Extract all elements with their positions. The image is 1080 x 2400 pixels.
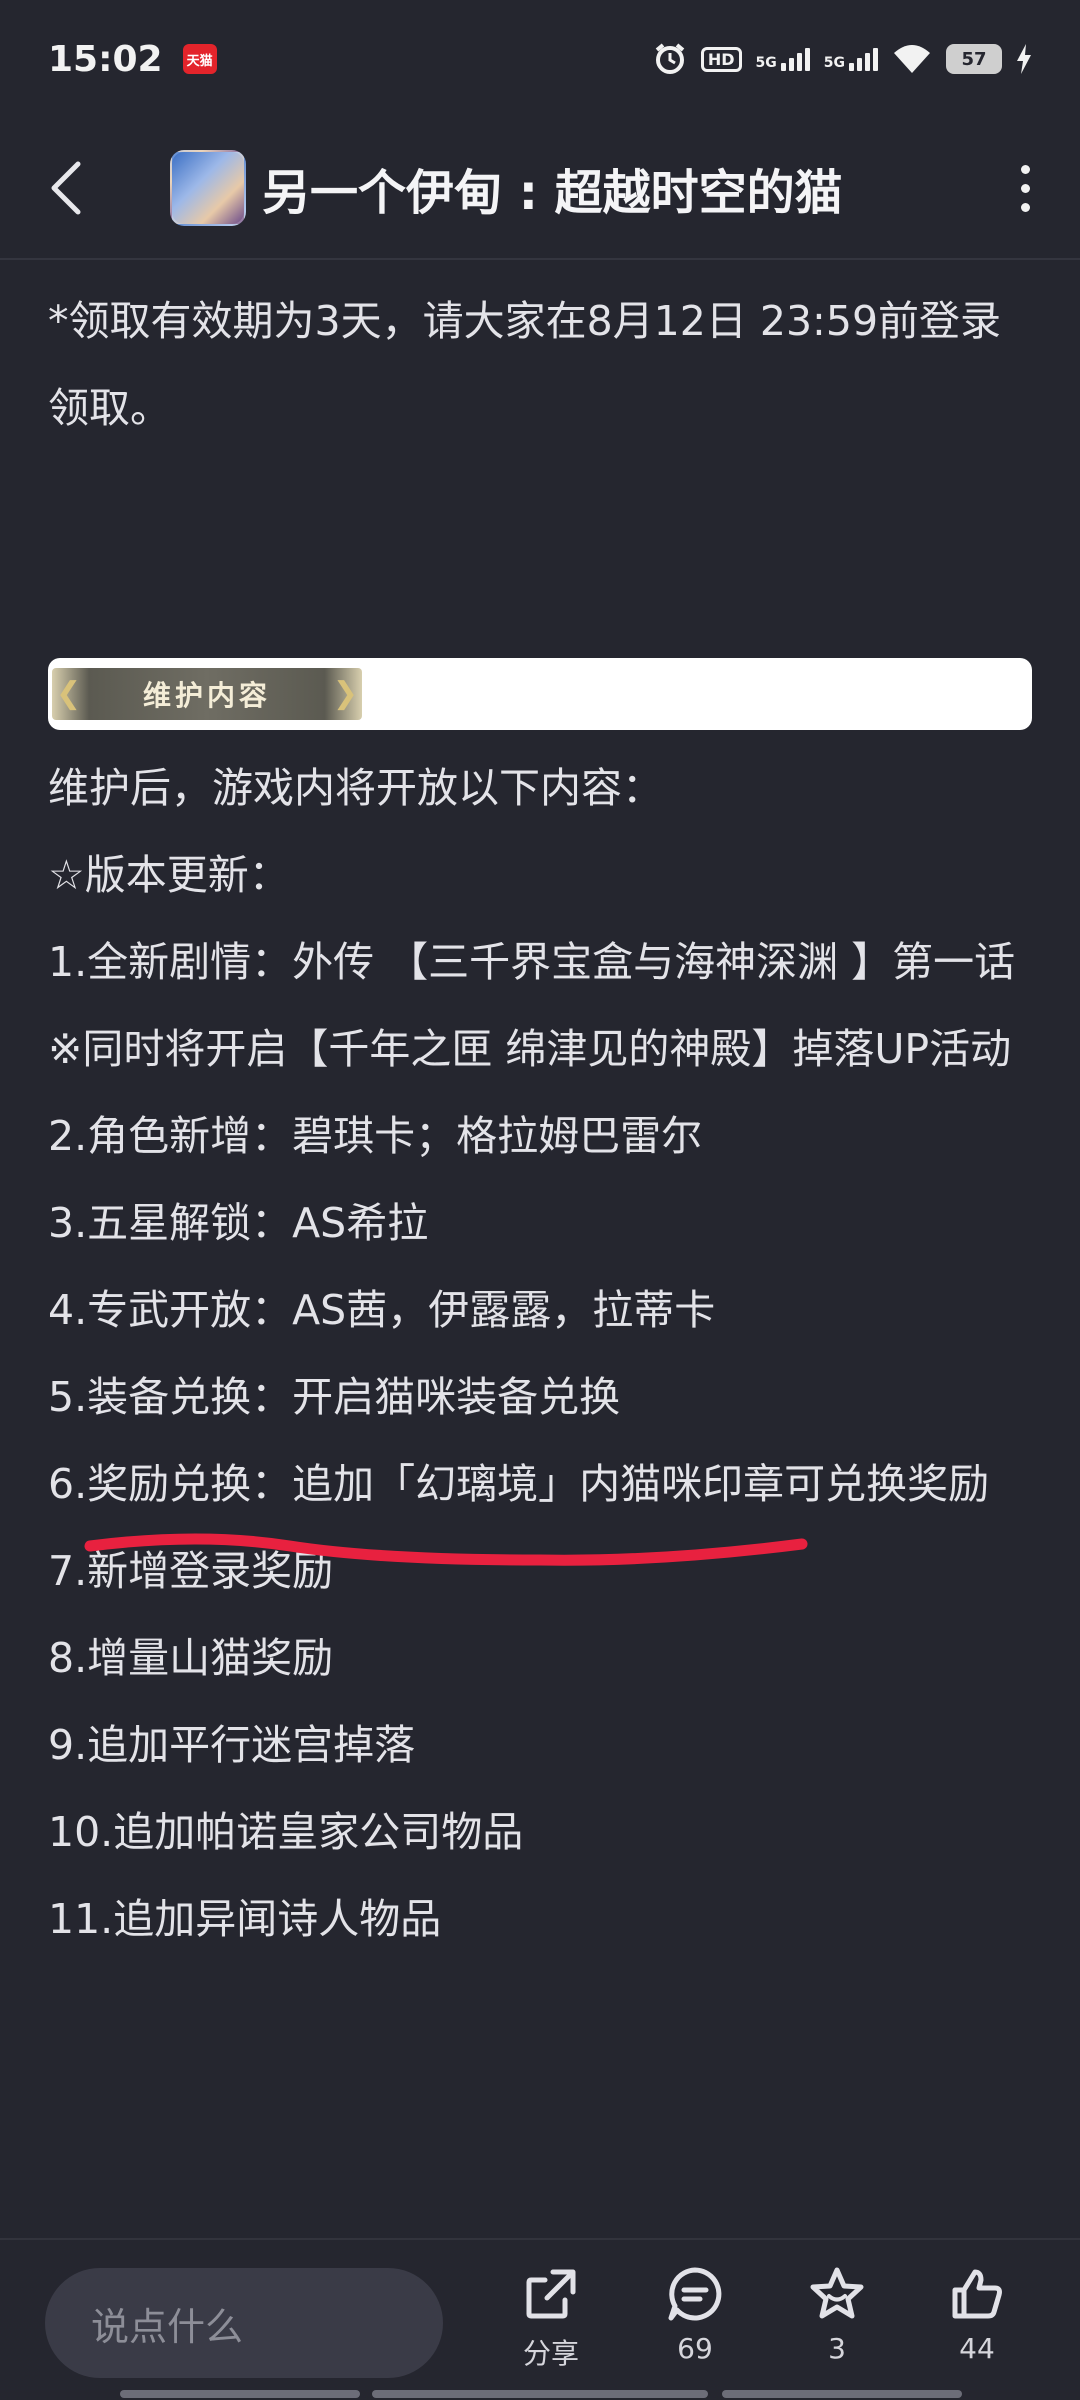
banner-label: 维护内容 <box>142 679 271 712</box>
comment-count: 69 <box>677 2332 713 2365</box>
share-label: 分享 <box>522 2337 579 2370</box>
list-item: 8.增量山猫奖励 <box>48 1634 334 1682</box>
bottom-action-bar: 说点什么 分享 69 3 44 <box>0 2238 1080 2400</box>
share-button[interactable]: 分享 <box>496 2266 606 2372</box>
hd-voice-icon: HD <box>700 46 742 72</box>
more-options-button[interactable] <box>970 117 1080 259</box>
status-time: 15:02 <box>48 38 163 80</box>
page-indicator <box>722 2390 962 2398</box>
wifi-icon <box>894 45 930 73</box>
tmall-notification-icon: 天猫 <box>182 44 217 74</box>
page-header: 另一个伊甸 : 超越时空的猫 <box>0 118 1080 260</box>
list-item: 1.全新剧情：外传 【三千界宝盒与海神深渊 】第一话 <box>48 938 1016 986</box>
thumbs-up-icon <box>952 2269 1002 2319</box>
ornament-left-icon: ❮ <box>56 676 82 711</box>
game-app-icon[interactable] <box>170 150 246 226</box>
list-item: 4.专武开放：AS茜，伊露露，拉蒂卡 <box>48 1286 716 1334</box>
red-underline-annotation <box>84 1533 808 1566</box>
back-button[interactable] <box>0 117 130 259</box>
comment-input[interactable]: 说点什么 <box>45 2268 443 2378</box>
notice-text: *领取有效期为3天，请大家在8月12日 23:59前登录领取。 <box>48 297 1002 432</box>
alarm-icon <box>655 43 685 74</box>
signal-1-icon: 5G <box>755 47 810 71</box>
app-screen: 15:02 天猫 HD 5G 5G 57 另一个伊甸: 超越时空的猫 *领取有… <box>0 0 1080 2400</box>
signal-2-icon: 5G <box>823 47 878 71</box>
network-type-2: 5G <box>823 54 845 71</box>
page-title: 另一个伊甸 : 超越时空的猫 <box>262 165 843 221</box>
battery-icon: 57 <box>946 44 1002 74</box>
back-arrow-icon <box>51 161 81 215</box>
section-banner: ❮ 维护内容 ❯ <box>48 658 1032 730</box>
favorite-count: 3 <box>828 2332 846 2365</box>
network-type-1: 5G <box>755 54 777 71</box>
more-vertical-icon <box>1020 164 1030 174</box>
list-item: 11.追加异闻诗人物品 <box>48 1895 442 1943</box>
list-item-highlighted: 5.装备兑换：开启猫咪装备兑换 <box>48 1373 621 1421</box>
article-body: *领取有效期为3天，请大家在8月12日 23:59前登录领取。 ❮ 维护内容 ❯… <box>48 260 1038 1943</box>
list-item: 9.追加平行迷宫掉落 <box>48 1721 416 1769</box>
comment-icon <box>668 2267 722 2321</box>
banner-plate: ❮ 维护内容 ❯ <box>52 668 362 720</box>
status-bar: 15:02 天猫 HD 5G 5G 57 <box>0 0 1080 118</box>
like-count: 44 <box>959 2332 995 2365</box>
list-item: 10.追加帕诺皇家公司物品 <box>48 1808 524 1856</box>
like-button[interactable]: 44 <box>922 2266 1032 2365</box>
status-icons: HD 5G 5G 57 <box>653 42 1032 76</box>
charging-icon <box>1017 44 1031 74</box>
page-indicator <box>372 2390 708 2398</box>
favorite-button[interactable]: 3 <box>782 2266 892 2365</box>
page-indicator <box>120 2390 360 2398</box>
comment-button[interactable]: 69 <box>640 2266 750 2365</box>
star-icon <box>810 2267 864 2319</box>
list-item: 2.角色新增：碧琪卡；格拉姆巴雷尔 <box>48 1112 703 1160</box>
intro-text: 维护后，游戏内将开放以下内容： <box>48 764 663 812</box>
section-title: ☆版本更新： <box>48 851 290 899</box>
update-list: 维护后，游戏内将开放以下内容： ☆版本更新： 1.全新剧情：外传 【三千界宝盒与… <box>48 745 1038 1963</box>
list-item: 3.五星解锁：AS希拉 <box>48 1199 429 1247</box>
ornament-right-icon: ❯ <box>332 676 358 711</box>
list-item: ※同时将开启【千年之匣 绵津见的神殿】掉落UP活动 <box>48 1025 1012 1073</box>
share-icon <box>526 2269 576 2319</box>
